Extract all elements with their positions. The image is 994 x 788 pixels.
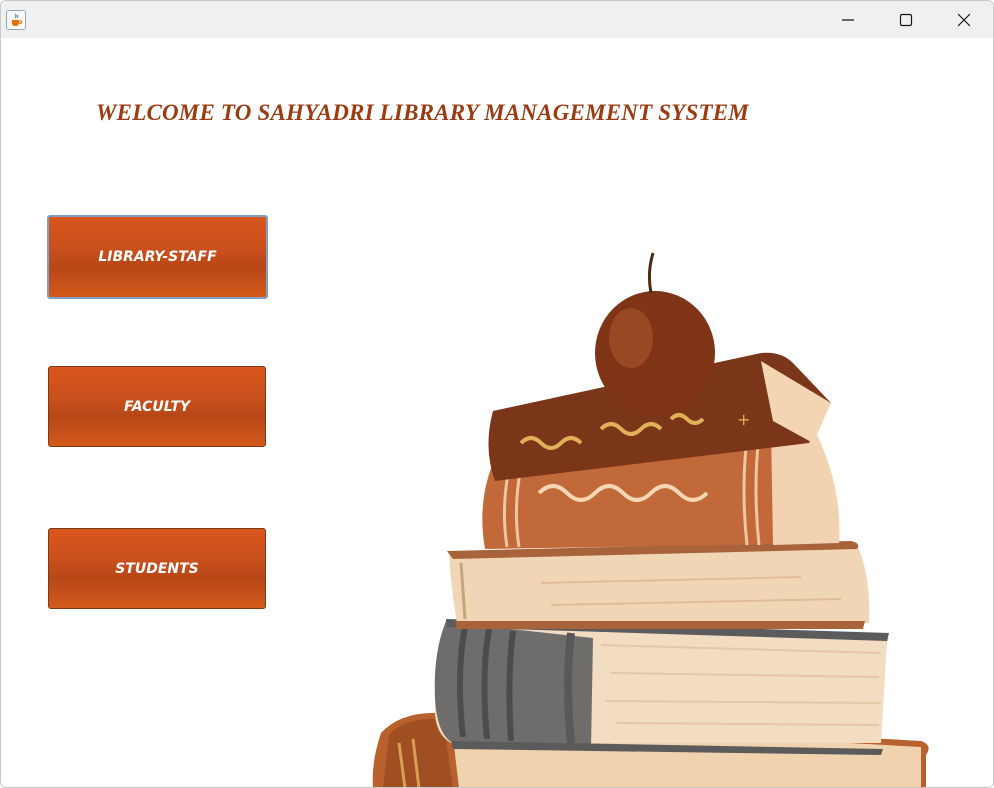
page-title: WELCOME TO SAHYADRI LIBRARY MANAGEMENT S…	[96, 100, 749, 125]
students-button[interactable]: STUDENTS	[48, 528, 266, 609]
library-staff-label: LIBRARY-STAFF	[98, 249, 217, 265]
library-staff-button[interactable]: LIBRARY-STAFF	[47, 215, 268, 299]
title-bar[interactable]	[1, 1, 993, 38]
svg-text:+: +	[737, 410, 750, 429]
books-with-apple-illustration: +	[372, 252, 929, 787]
minimize-button[interactable]	[819, 1, 877, 38]
main-content: WELCOME TO SAHYADRI LIBRARY MANAGEMENT S…	[1, 38, 993, 787]
close-icon	[957, 13, 971, 27]
faculty-button[interactable]: FACULTY	[48, 366, 266, 447]
maximize-icon	[899, 13, 913, 27]
grey-book	[434, 619, 889, 755]
maximize-button[interactable]	[877, 1, 935, 38]
minimize-icon	[842, 19, 854, 21]
apple-illustration	[595, 252, 715, 415]
faculty-label: FACULTY	[123, 398, 191, 415]
students-label: STUDENTS	[115, 560, 199, 577]
pale-book	[447, 541, 870, 629]
java-cup-icon[interactable]	[6, 10, 26, 30]
app-window: WELCOME TO SAHYADRI LIBRARY MANAGEMENT S…	[0, 0, 994, 788]
close-button[interactable]	[935, 1, 993, 38]
